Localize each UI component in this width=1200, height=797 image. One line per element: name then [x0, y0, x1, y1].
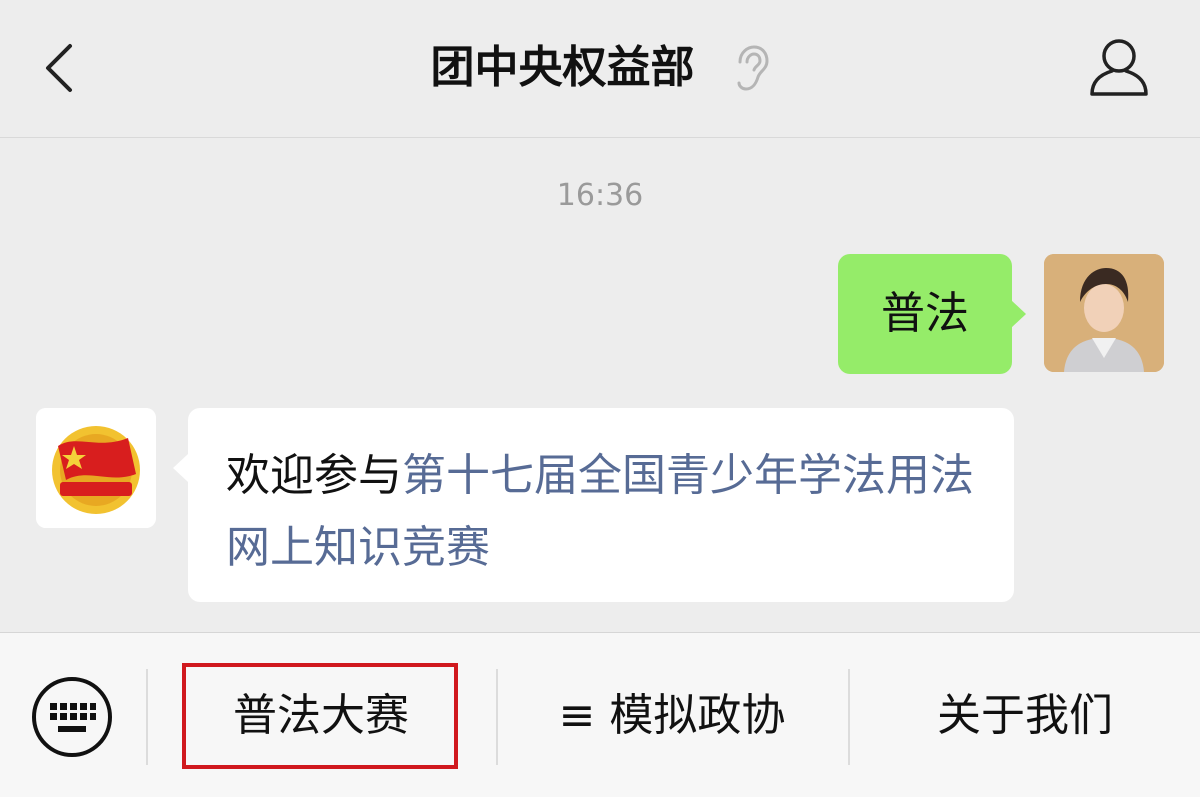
official-account-avatar[interactable]: [36, 408, 156, 528]
ear-icon: [737, 45, 769, 91]
keyboard-icon[interactable]: [30, 675, 114, 759]
menu-item-mock-cppcc[interactable]: ≡ 模拟政协: [498, 633, 846, 797]
person-icon[interactable]: [1086, 34, 1152, 100]
menu-item-about-us[interactable]: 关于我们: [850, 633, 1200, 797]
custom-menu-bar: 普法大赛 ≡ 模拟政协 关于我们: [0, 632, 1200, 797]
incoming-message-bubble: 欢迎参与第十七届全国青少年学法用法网上知识竞赛: [173, 408, 1014, 602]
title-wrap: 团中央权益部: [0, 36, 1200, 100]
message-timestamp: 16:36: [556, 178, 644, 213]
outgoing-message-text: 普法: [881, 288, 969, 339]
user-avatar-image: [1044, 254, 1164, 372]
highlight-annotation-box: [182, 663, 458, 769]
chat-header: 团中央权益部: [0, 0, 1200, 138]
incoming-message-prefix: 欢迎参与: [226, 450, 402, 501]
outgoing-message-bubble[interactable]: 普法: [838, 254, 1026, 374]
chat-title: 团中央权益部: [430, 42, 695, 93]
youth-league-emblem-icon: [36, 408, 156, 528]
user-avatar[interactable]: [1044, 254, 1164, 372]
